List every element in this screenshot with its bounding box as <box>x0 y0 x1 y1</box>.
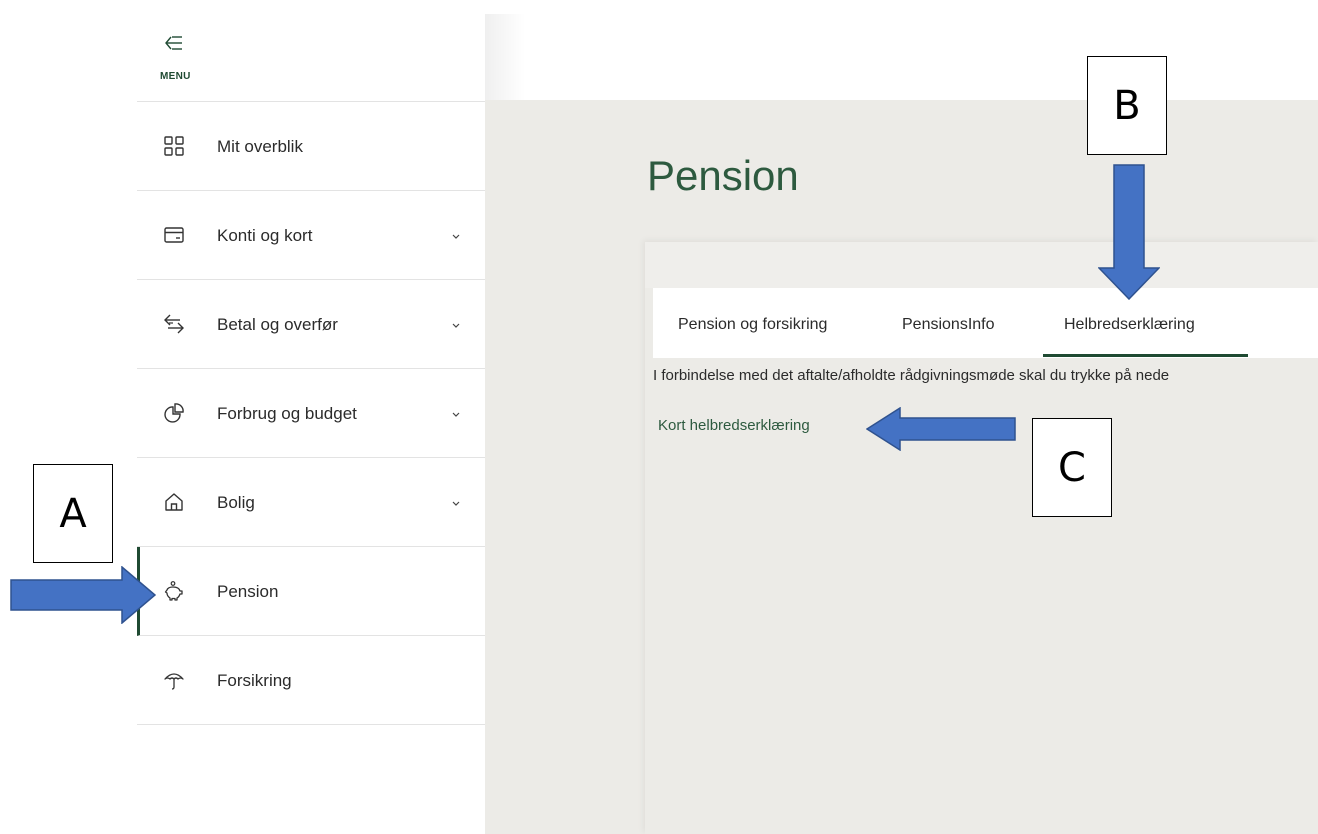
pension-card: Pension og forsikring PensionsInfo Helbr… <box>645 242 1318 834</box>
annotation-label-c: C <box>1032 418 1112 517</box>
sidebar-item-betal-og-overfor[interactable]: Betal og overfør <box>137 280 485 369</box>
sidebar-item-label: Pension <box>217 582 279 601</box>
sidebar-item-pension[interactable]: Pension <box>137 547 485 636</box>
transfer-icon <box>164 314 184 334</box>
annotation-arrow-c <box>866 407 1016 451</box>
chevron-down-icon <box>452 234 460 239</box>
card-icon <box>164 227 184 243</box>
tab-pension-og-forsikring[interactable]: Pension og forsikring <box>678 316 827 334</box>
umbrella-icon <box>164 673 184 690</box>
sidebar-item-label: Mit overblik <box>217 137 303 156</box>
menu-label: MENU <box>160 71 191 82</box>
sidebar-item-label: Bolig <box>217 493 255 512</box>
sidebar-item-label: Betal og overfør <box>217 315 338 334</box>
intro-text: I forbindelse med det aftalte/afholdte r… <box>653 367 1170 384</box>
tab-helbredserklaering[interactable]: Helbredserklæring <box>1064 316 1195 334</box>
annotation-label-b: B <box>1087 56 1167 155</box>
sidebar-item-forsikring[interactable]: Forsikring <box>137 636 485 725</box>
sidebar-item-konti-og-kort[interactable]: Konti og kort <box>137 191 485 280</box>
annotation-label-a: A <box>33 464 113 563</box>
sidebar-item-mit-overblik[interactable]: Mit overblik <box>137 102 485 191</box>
pie-chart-icon <box>164 403 184 423</box>
house-icon <box>165 493 183 511</box>
menu-toggle-button[interactable]: MENU <box>137 14 485 102</box>
chevron-down-icon <box>452 412 460 417</box>
sidebar-item-bolig[interactable]: Bolig <box>137 458 485 547</box>
top-bar <box>485 14 1318 100</box>
active-tab-indicator <box>1043 354 1248 357</box>
collapse-menu-icon <box>165 36 182 50</box>
main-content: Pension Pension og forsikring PensionsIn… <box>485 100 1318 834</box>
sidebar: MENU Mit overblik Konti og kort Betal og… <box>137 14 485 834</box>
sidebar-item-label: Forsikring <box>217 671 292 690</box>
sidebar-item-forbrug-og-budget[interactable]: Forbrug og budget <box>137 369 485 458</box>
sidebar-item-label: Konti og kort <box>217 226 313 245</box>
chevron-down-icon <box>452 323 460 328</box>
kort-helbredserklaering-link[interactable]: Kort helbredserklæring <box>658 417 810 434</box>
card-header <box>645 242 1318 288</box>
sidebar-shadow <box>485 14 525 100</box>
piggy-bank-icon <box>164 581 183 601</box>
sidebar-item-label: Forbrug og budget <box>217 404 357 423</box>
tab-pensionsinfo[interactable]: PensionsInfo <box>902 316 995 334</box>
annotation-arrow-b <box>1098 164 1160 300</box>
annotation-arrow-a <box>10 566 156 624</box>
tab-bar: Pension og forsikring PensionsInfo Helbr… <box>653 288 1318 358</box>
grid-icon <box>164 136 184 156</box>
chevron-down-icon <box>452 501 460 506</box>
page-title: Pension <box>647 152 799 199</box>
